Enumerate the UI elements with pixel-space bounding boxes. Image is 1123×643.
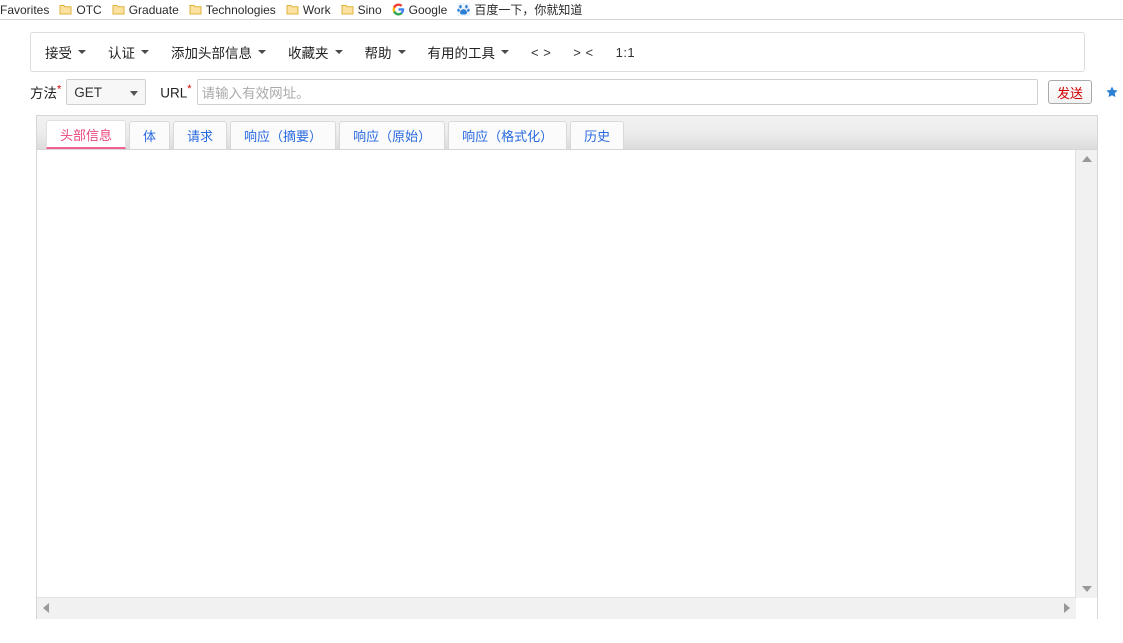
scroll-down-icon[interactable] xyxy=(1076,580,1097,598)
menu-label: 接受 xyxy=(45,46,72,61)
menu-label: 认证 xyxy=(108,46,135,61)
tab-headers[interactable]: 头部信息 xyxy=(46,120,127,149)
scrollbar-corner xyxy=(1076,598,1097,619)
bookmark-item-technologies[interactable]: Technologies xyxy=(185,1,282,19)
baidu-paw-icon xyxy=(457,3,471,16)
horizontal-scrollbar[interactable] xyxy=(37,597,1076,619)
menu-label: 添加头部信息 xyxy=(171,46,252,61)
bookmark-item-google[interactable]: Google xyxy=(388,1,454,19)
chevron-down-icon xyxy=(141,50,149,54)
required-mark: * xyxy=(187,82,192,95)
menu-label: 有用的工具 xyxy=(427,46,496,61)
scroll-up-icon[interactable] xyxy=(1076,150,1097,168)
bookmark-label: Favorites xyxy=(0,2,50,17)
scroll-right-icon[interactable] xyxy=(1058,598,1076,618)
method-selected-value: GET xyxy=(74,84,103,100)
workspace: 接受 认证 添加头部信息 收藏夹 帮助 有用的工具 < > > < 1:1 方法… xyxy=(0,21,1123,643)
bookmark-item-favorites[interactable]: Favorites xyxy=(0,1,55,19)
menu-authentication[interactable]: 认证 xyxy=(108,42,149,62)
tab-label: 响应（原始） xyxy=(353,129,432,144)
menu-favorites[interactable]: 收藏夹 xyxy=(288,42,343,62)
url-placeholder: 请输入有效网址。 xyxy=(201,86,310,101)
google-icon xyxy=(392,3,405,16)
tab-label: 体 xyxy=(143,129,157,144)
menu-label: 帮助 xyxy=(364,46,392,61)
chevron-down-icon xyxy=(334,50,343,54)
favorite-star-icon[interactable] xyxy=(1104,84,1120,100)
collapse-all-button[interactable]: > < xyxy=(573,45,593,60)
folder-icon xyxy=(189,3,202,16)
url-input[interactable]: 请输入有效网址。 xyxy=(196,79,1038,105)
app-window: Favorites OTC Graduate Technologies Work xyxy=(0,0,1123,643)
bookmark-item-otc[interactable]: OTC xyxy=(55,1,107,19)
folder-icon xyxy=(59,3,72,16)
method-select[interactable]: GET xyxy=(66,79,147,105)
tab-label: 历史 xyxy=(584,129,611,144)
tab-label: 响应（摘要） xyxy=(244,129,323,144)
headers-content-area[interactable] xyxy=(37,150,1076,598)
url-label: URL* xyxy=(160,82,192,101)
folder-icon xyxy=(286,3,299,16)
bookmark-label: 百度一下，你就知道 xyxy=(474,2,583,17)
tab-body[interactable]: 体 xyxy=(129,121,171,149)
bookmark-label: Graduate xyxy=(128,2,179,17)
zoom-ratio-button[interactable]: 1:1 xyxy=(616,45,636,60)
chevron-down-icon xyxy=(397,50,406,54)
chevron-down-icon xyxy=(130,91,139,96)
bookmark-item-sino[interactable]: Sino xyxy=(337,1,388,19)
tab-label: 响应（格式化） xyxy=(462,129,554,144)
menu-accept[interactable]: 接受 xyxy=(45,42,86,62)
tab-request[interactable]: 请求 xyxy=(173,121,228,149)
chevron-down-icon xyxy=(258,50,266,54)
send-button[interactable]: 发送 xyxy=(1048,80,1092,104)
tab-response-summary[interactable]: 响应（摘要） xyxy=(230,121,337,149)
response-panel: 头部信息 体 请求 响应（摘要） 响应（原始） 响应（格式化） 历史 xyxy=(36,115,1098,619)
menu-label: 收藏夹 xyxy=(288,46,329,61)
tab-response-formatted[interactable]: 响应（格式化） xyxy=(448,121,568,149)
app-menubar: 接受 认证 添加头部信息 收藏夹 帮助 有用的工具 < > > < 1:1 xyxy=(30,32,1085,72)
bookmarks-bar: Favorites OTC Graduate Technologies Work xyxy=(0,0,1123,20)
chevron-down-icon xyxy=(78,50,86,54)
menu-add-header[interactable]: 添加头部信息 xyxy=(171,42,266,62)
tab-label: 请求 xyxy=(187,129,214,144)
bookmark-label: Google xyxy=(408,2,448,17)
tab-history[interactable]: 历史 xyxy=(570,121,625,149)
tab-strip: 头部信息 体 请求 响应（摘要） 响应（原始） 响应（格式化） 历史 xyxy=(37,116,1097,150)
menu-useful-tools[interactable]: 有用的工具 xyxy=(427,42,509,62)
bookmark-item-baidu[interactable]: 百度一下，你就知道 xyxy=(453,1,588,19)
bookmark-item-graduate[interactable]: Graduate xyxy=(108,1,185,19)
required-mark: * xyxy=(57,83,62,96)
menu-help[interactable]: 帮助 xyxy=(365,42,406,62)
bookmark-label: OTC xyxy=(76,2,102,17)
vertical-scrollbar[interactable] xyxy=(1075,150,1097,598)
method-label: 方法* xyxy=(30,83,62,101)
bookmark-label: Technologies xyxy=(205,2,276,17)
tab-label: 头部信息 xyxy=(60,127,113,143)
panel-body xyxy=(37,150,1097,619)
chevron-down-icon xyxy=(501,50,509,54)
folder-icon xyxy=(112,3,125,16)
request-row: 方法* GET URL* 请输入有效网址。 发送 xyxy=(30,78,1120,106)
tab-response-raw[interactable]: 响应（原始） xyxy=(339,121,446,149)
bookmark-label: Sino xyxy=(357,2,382,17)
bookmark-label: Work xyxy=(302,2,331,17)
expand-all-button[interactable]: < > xyxy=(531,45,551,60)
folder-icon xyxy=(341,3,354,16)
bookmark-item-work[interactable]: Work xyxy=(282,1,337,19)
scroll-left-icon[interactable] xyxy=(37,598,55,618)
